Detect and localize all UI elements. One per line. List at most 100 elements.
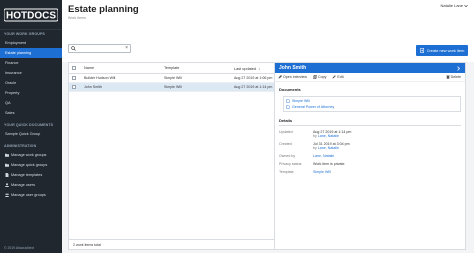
- delete-button[interactable]: Delete: [445, 75, 461, 79]
- open-interview-button[interactable]: Open interview: [278, 75, 307, 79]
- document-label: General Power of Attorney: [292, 105, 335, 109]
- copyright-text: © 2019 AbacusNext: [4, 246, 35, 250]
- clear-search-icon[interactable]: ×: [125, 46, 128, 51]
- field-label: Updated: [279, 129, 293, 134]
- search-input[interactable]: [76, 46, 126, 51]
- sidebar-item-insurance[interactable]: Insurance: [0, 68, 62, 78]
- updated-by-link[interactable]: Lane, Natalie: [318, 134, 339, 138]
- users-icon: [5, 193, 9, 197]
- document-label: Simple Will: [292, 99, 310, 103]
- detail-header: John Smith: [275, 63, 465, 73]
- documents-heading: Documents: [279, 87, 301, 92]
- field-label: Template: [279, 169, 294, 174]
- svg-text:HOTDOCS: HOTDOCS: [6, 10, 56, 21]
- document-link[interactable]: General Power of Attorney: [286, 104, 458, 110]
- page-header: Estate planning Work items Natalie Lane …: [62, 0, 474, 62]
- sidebar-item-manage-users[interactable]: Manage users: [0, 180, 62, 190]
- pencil-icon: [332, 75, 337, 79]
- sidebar-item-label: Manage work groups: [11, 152, 47, 157]
- chevron-down-icon: [464, 4, 468, 7]
- row-name: Builder Hudson Will: [84, 76, 116, 80]
- brand-logo[interactable]: HOTDOCS: [0, 0, 62, 30]
- row-checkbox[interactable]: [69, 85, 79, 89]
- row-template: Simple Will: [164, 76, 182, 80]
- sidebar-item-qa[interactable]: QA: [0, 98, 62, 108]
- sort-desc-icon: ↓: [257, 65, 260, 71]
- hotdocs-logo-icon: HOTDOCS: [4, 8, 58, 21]
- trash-icon: [445, 75, 450, 79]
- details-heading: Details: [279, 118, 293, 123]
- work-groups-heading: YOUR WORK GROUPS: [4, 32, 45, 36]
- row-template: Simple Will: [164, 85, 182, 89]
- create-work-item-button[interactable]: Create new work item: [416, 45, 468, 56]
- user-icon: [5, 183, 9, 187]
- column-header-name[interactable]: Name: [79, 66, 164, 70]
- copy-icon: [313, 75, 317, 79]
- sidebar-item-oracle[interactable]: Oracle: [0, 78, 62, 88]
- create-button-label: Create new work item: [426, 48, 465, 53]
- detail-privacy-status: Privacy status Work item is private: [275, 162, 465, 166]
- sidebar-item-sales[interactable]: Sales: [0, 108, 62, 118]
- page-title: Estate planning: [68, 4, 139, 15]
- tool-label: Open interview: [283, 75, 307, 79]
- field-label: Created: [279, 141, 292, 146]
- document-icon: [286, 105, 290, 109]
- column-header-template[interactable]: Template: [164, 66, 234, 70]
- field-value: Work item is private: [313, 161, 345, 166]
- created-by-link[interactable]: Lane, Natalie: [318, 146, 339, 150]
- app-shell: HOTDOCS YOUR WORK GROUPS Employment Esta…: [0, 0, 474, 253]
- detail-owned-by: Owned by Lane, Natalie: [275, 154, 465, 158]
- tool-label: Copy: [317, 75, 327, 79]
- field-label: Privacy status: [279, 161, 302, 166]
- select-all-checkbox[interactable]: [69, 66, 79, 70]
- sidebar-item-label: Manage users: [11, 182, 36, 187]
- folder-icon: [5, 153, 9, 157]
- row-name: John Smith: [84, 85, 102, 89]
- tool-label: Edit: [337, 75, 344, 79]
- sidebar-item-sample-quick-group[interactable]: Sample Quick Group: [0, 129, 62, 139]
- sidebar-item-manage-quick-groups[interactable]: Manage quick groups: [0, 160, 62, 170]
- by-prefix: by: [313, 145, 317, 150]
- sidebar-item-manage-user-groups[interactable]: Manage user groups: [0, 190, 62, 200]
- sidebar-item-employment[interactable]: Employment: [0, 38, 62, 48]
- details-divider: [279, 125, 461, 126]
- work-item-detail-panel: John Smith Open interview Copy Edit Dele…: [274, 62, 466, 250]
- column-header-label: Last updated: [234, 66, 256, 71]
- detail-toolbar: Open interview Copy Edit Delete: [275, 73, 465, 82]
- edit-button[interactable]: Edit: [332, 75, 344, 79]
- administration-heading: ADMINISTRATION: [4, 144, 37, 148]
- user-menu-button[interactable]: Natalie Lane: [441, 3, 468, 8]
- document-icon: [286, 99, 290, 103]
- sidebar-item-label: Manage user groups: [11, 192, 46, 197]
- sidebar-item-property[interactable]: Property: [0, 88, 62, 98]
- documents-list: Simple Will General Power of Attorney: [283, 96, 461, 112]
- add-document-icon: [420, 48, 424, 53]
- field-value: Jul 31 2019 at 3:04 pm by Lane, Natalie: [313, 142, 350, 150]
- page-subtitle: Work items: [68, 16, 86, 20]
- sidebar-item-estate-planning[interactable]: Estate planning: [0, 48, 62, 58]
- template-link[interactable]: Simple Will: [313, 170, 331, 174]
- sidebar-item-label: Manage quick groups: [11, 162, 48, 167]
- page-background: [0, 253, 474, 279]
- row-checkbox[interactable]: [69, 76, 79, 80]
- tool-label: Delete: [450, 75, 461, 79]
- sidebar-item-finance[interactable]: Finance: [0, 58, 62, 68]
- detail-updated: Updated Aug 27 2019 at 1:14 pm by Lane, …: [275, 130, 465, 138]
- sidebar-item-manage-templates[interactable]: Manage templates: [0, 170, 62, 180]
- detail-template: Template Simple Will: [275, 170, 465, 174]
- copy-button[interactable]: Copy: [313, 75, 326, 79]
- detail-created: Created Jul 31 2019 at 3:04 pm by Lane, …: [275, 142, 465, 150]
- by-prefix: by: [313, 133, 317, 138]
- file-icon: [5, 173, 9, 177]
- owner-link[interactable]: Lane, Natalie: [313, 154, 334, 158]
- field-label: Owned by: [279, 153, 296, 158]
- chevron-right-icon[interactable]: [456, 65, 461, 71]
- sidebar-item-manage-work-groups[interactable]: Manage work groups: [0, 150, 62, 160]
- sidebar: HOTDOCS YOUR WORK GROUPS Employment Esta…: [0, 0, 62, 253]
- sidebar-item-label: Manage templates: [11, 172, 43, 177]
- detail-title: John Smith: [279, 65, 307, 71]
- search-box: ×: [68, 44, 131, 53]
- main-content: Estate planning Work items Natalie Lane …: [62, 0, 474, 253]
- folder-icon: [5, 163, 9, 167]
- quick-docs-heading: YOUR QUICK DOCUMENTS: [4, 123, 54, 127]
